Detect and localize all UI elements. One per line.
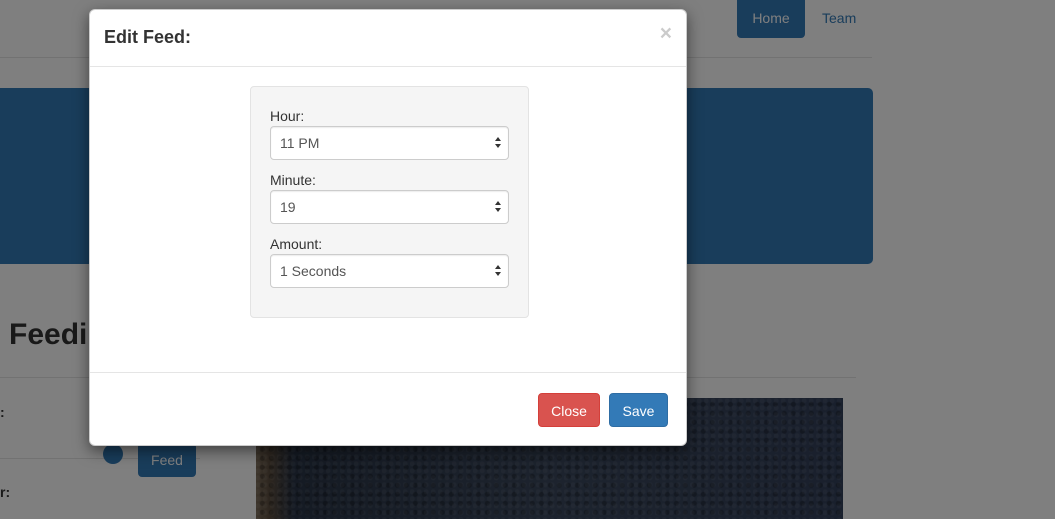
select-arrows-icon [495,265,501,277]
hour-label: Hour: [270,108,305,124]
hour-select[interactable]: 11 PM [270,126,509,160]
hour-select-value: 11 PM [280,135,320,151]
minute-select-value: 19 [280,199,296,215]
feed-form-well: Hour: 11 PM Minute: 19 Amount: 1 Seconds [250,86,529,318]
close-button[interactable]: Close [538,393,600,427]
select-arrows-icon [495,137,501,149]
modal-title: Edit Feed: [104,27,192,47]
modal-footer-divider [90,372,686,373]
close-icon[interactable]: × [660,23,672,44]
select-arrows-icon [495,201,501,213]
edit-feed-modal: Edit Feed: × Hour: 11 PM Minute: 19 Amou… [89,9,687,446]
minute-select[interactable]: 19 [270,190,509,224]
modal-header: Edit Feed: × [90,10,686,67]
amount-select-value: 1 Seconds [280,263,347,279]
amount-label: Amount: [270,236,323,252]
save-button[interactable]: Save [609,393,668,427]
amount-select[interactable]: 1 Seconds [270,254,509,288]
minute-label: Minute: [270,172,316,188]
